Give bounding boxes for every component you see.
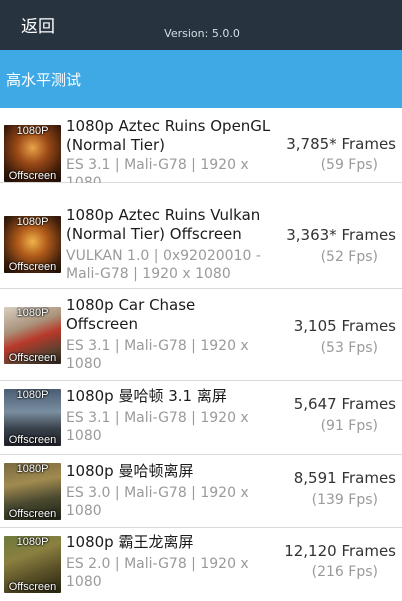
test-title: 1080p 曼哈顿离屏 bbox=[66, 462, 194, 480]
test-row[interactable]: 1080P Offscreen 1080p Car Chase Offscree… bbox=[0, 289, 402, 381]
test-details: ES 2.0 | Mali-G78 | 1920 x 1080 bbox=[66, 556, 249, 590]
test-title: 1080p Aztec Ruins OpenGL (Normal Tier) bbox=[66, 117, 271, 154]
test-fps: (52 Fps) bbox=[320, 249, 378, 265]
thumb-resolution-label: 1080P bbox=[16, 125, 49, 137]
aztec-opengl-thumbnail: 1080P Offscreen bbox=[4, 125, 61, 182]
thumb-offscreen-label: Offscreen bbox=[8, 170, 57, 182]
test-row[interactable]: 1080P Offscreen 1080p 曼哈顿离屏 ES 3.0 | Mal… bbox=[0, 455, 402, 528]
thumb-offscreen-label: Offscreen bbox=[8, 352, 57, 364]
test-fps: (91 Fps) bbox=[320, 418, 378, 434]
test-fps: (139 Fps) bbox=[311, 492, 378, 508]
test-frames: 3,363* Frames bbox=[286, 226, 396, 244]
aztec-vulkan-thumbnail: 1080P Offscreen bbox=[4, 216, 61, 273]
test-title: 1080p Aztec Ruins Vulkan (Normal Tier) O… bbox=[66, 206, 261, 243]
test-details: VULKAN 1.0 | 0x92020010 - Mali-G78 | 192… bbox=[66, 248, 261, 282]
test-fps: (216 Fps) bbox=[311, 564, 378, 580]
thumb-resolution-label: 1080P bbox=[16, 307, 49, 319]
test-fps: (59 Fps) bbox=[320, 157, 378, 173]
test-details: ES 3.1 | Mali-G78 | 1920 x 1080 bbox=[66, 410, 249, 444]
test-frames: 3,785* Frames bbox=[286, 135, 396, 153]
manhattan-thumbnail: 1080P Offscreen bbox=[4, 463, 61, 520]
test-title: 1080p 霸王龙离屏 bbox=[66, 533, 194, 551]
test-frames: 3,105 Frames bbox=[293, 317, 396, 335]
thumb-resolution-label: 1080P bbox=[16, 536, 49, 548]
test-details: ES 3.1 | Mali-G78 | 1920 x 1080 bbox=[66, 338, 249, 372]
test-frames: 8,591 Frames bbox=[293, 469, 396, 487]
test-frames: 5,647 Frames bbox=[293, 395, 396, 413]
test-frames: 12,120 Frames bbox=[284, 542, 396, 560]
test-row[interactable]: 1080P Offscreen 1080p 曼哈顿 3.1 离屏 ES 3.1 … bbox=[0, 381, 402, 455]
thumb-resolution-label: 1080P bbox=[16, 389, 49, 401]
t-rex-thumbnail: 1080P Offscreen bbox=[4, 536, 61, 593]
test-details: ES 3.0 | Mali-G78 | 1920 x 1080 bbox=[66, 485, 249, 519]
thumb-resolution-label: 1080P bbox=[16, 463, 49, 475]
thumb-offscreen-label: Offscreen bbox=[8, 508, 57, 520]
test-row[interactable]: 1080P Offscreen 1080p Aztec Ruins Vulkan… bbox=[0, 183, 402, 289]
top-bar: 返回 Version: 5.0.0 bbox=[0, 0, 402, 50]
thumb-offscreen-label: Offscreen bbox=[8, 581, 57, 593]
test-title: 1080p Car Chase Offscreen bbox=[66, 296, 196, 333]
section-header: 高水平测试 bbox=[0, 50, 402, 108]
thumb-offscreen-label: Offscreen bbox=[8, 434, 57, 446]
version-label: Version: 5.0.0 bbox=[164, 27, 240, 40]
car-chase-thumbnail: 1080P Offscreen bbox=[4, 307, 61, 364]
test-row[interactable]: 1080P Offscreen 1080p 霸王龙离屏 ES 2.0 | Mal… bbox=[0, 528, 402, 601]
test-row[interactable]: 1080P Offscreen 1080p Aztec Ruins OpenGL… bbox=[0, 108, 402, 191]
manhattan-31-thumbnail: 1080P Offscreen bbox=[4, 389, 61, 446]
test-title: 1080p 曼哈顿 3.1 离屏 bbox=[66, 387, 227, 405]
thumb-resolution-label: 1080P bbox=[16, 216, 49, 228]
thumb-offscreen-label: Offscreen bbox=[8, 261, 57, 273]
section-title: 高水平测试 bbox=[6, 71, 82, 89]
test-fps: (53 Fps) bbox=[320, 340, 378, 356]
